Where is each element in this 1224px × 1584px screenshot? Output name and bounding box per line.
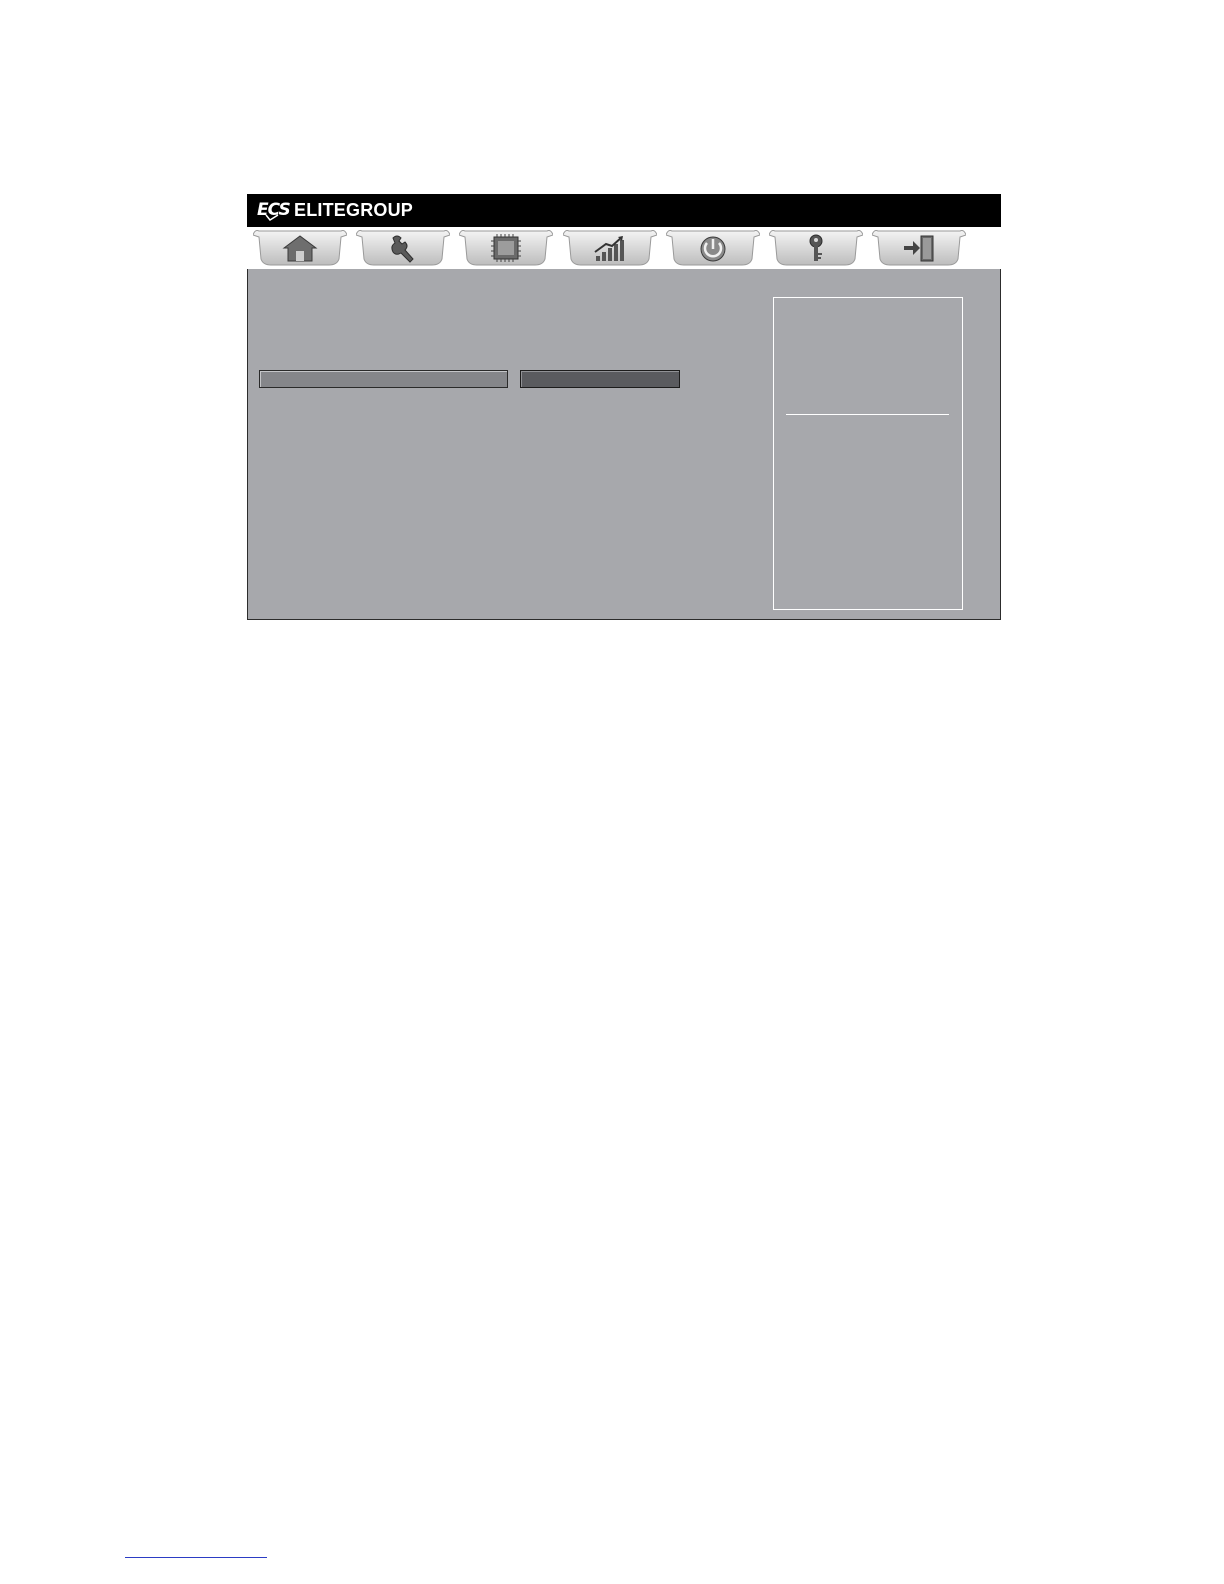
tab-strip <box>247 227 1001 269</box>
setting-value-field[interactable] <box>520 370 680 388</box>
footer-link[interactable] <box>125 1557 267 1558</box>
ecs-logo: ECS <box>257 199 291 221</box>
tab-security[interactable] <box>769 229 863 267</box>
bios-window: ECS ELITEGROUP <box>247 194 1001 620</box>
help-panel <box>773 297 963 610</box>
wrench-icon <box>391 235 414 263</box>
home-icon <box>282 235 318 262</box>
tab-mi[interactable] <box>563 229 657 267</box>
setting-label-field[interactable] <box>259 370 508 388</box>
brand-name: ELITEGROUP <box>294 200 414 220</box>
tab-exit[interactable] <box>872 229 966 267</box>
exit-door-icon <box>904 235 934 262</box>
tab-chipset[interactable] <box>459 229 553 267</box>
chip-icon <box>491 234 521 262</box>
tab-advanced[interactable] <box>356 229 450 267</box>
tab-boot[interactable] <box>666 229 760 267</box>
help-divider <box>786 414 949 415</box>
tab-main[interactable] <box>253 229 347 267</box>
key-icon <box>809 234 823 261</box>
logo-swoosh-icon <box>265 214 279 221</box>
title-bar: ECS ELITEGROUP <box>247 194 1001 227</box>
settings-panel <box>247 269 1001 620</box>
bar-chart-icon <box>594 236 624 261</box>
power-icon <box>700 236 726 262</box>
